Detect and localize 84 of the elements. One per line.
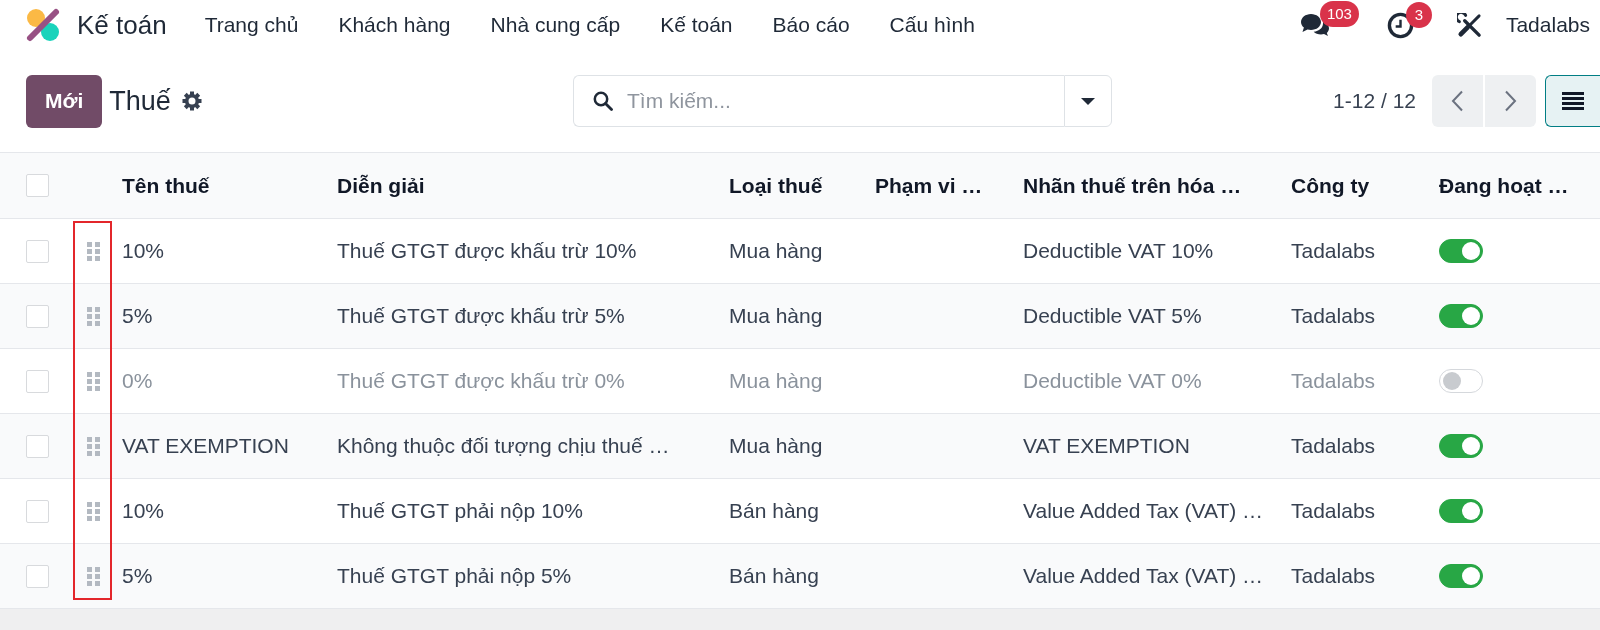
table-cell-text: Thuế GTGT phải nộp 5%	[336, 563, 573, 589]
company-switcher[interactable]: Tadalabs	[1505, 13, 1590, 37]
caret-icon	[1081, 97, 1095, 105]
unread-count-badge: 103	[1319, 1, 1359, 27]
table-cell-text: Mua hàng	[728, 368, 824, 394]
table-cell-text: Mua hàng	[728, 433, 824, 459]
column-header[interactable]: Loại thuế	[725, 153, 871, 218]
table-cell-text: 10%	[121, 238, 166, 264]
table-cell-text: 5%	[121, 303, 154, 329]
table-cell-text: Tadalabs	[1290, 563, 1377, 589]
table-cell-text: Thuế GTGT phải nộp 10%	[336, 498, 584, 524]
list-view-button[interactable]	[1545, 75, 1600, 127]
table-cell-text: Thuế GTGT được khấu trừ 10%	[336, 238, 638, 264]
table-cell-text: Không thuộc đối tượng chịu thuế …	[336, 433, 671, 459]
next-page-button[interactable]	[1485, 75, 1536, 127]
activity-count-badge: 3	[1405, 1, 1432, 28]
pager-value[interactable]: 1-12 / 12	[1333, 89, 1416, 113]
table-cell-text: Thuế GTGT được khấu trừ 0%	[336, 368, 626, 394]
chevron-left-icon	[1451, 90, 1464, 112]
table-cell-text: Mua hàng	[728, 303, 824, 329]
clock-icon[interactable]	[1386, 11, 1414, 39]
table-cell-text: VAT EXEMPTION	[121, 433, 290, 459]
chat-icon[interactable]	[1299, 13, 1330, 37]
table-cell-text: Tadalabs	[1290, 498, 1377, 524]
table-cell-text: Deductible VAT 10%	[1022, 238, 1215, 264]
page-title: Thuế	[109, 85, 171, 117]
drag-handle-icon[interactable]	[87, 241, 100, 261]
drag-handle-icon[interactable]	[87, 306, 100, 326]
table-cell-text: Bán hàng	[728, 563, 820, 589]
table-cell-text: Tadalabs	[1290, 238, 1377, 264]
previous-page-button[interactable]	[1432, 75, 1483, 127]
active-toggle[interactable]	[1439, 239, 1483, 263]
column-header[interactable]: Công ty	[1287, 153, 1435, 218]
table-cell-text: Mua hàng	[728, 238, 824, 264]
drag-handle-icon[interactable]	[87, 436, 100, 456]
menu-item[interactable]: Cấu hình	[889, 13, 975, 37]
app-logo[interactable]	[25, 7, 61, 43]
row-checkbox[interactable]	[26, 304, 49, 328]
table-cell-text: Value Added Tax (VAT) …	[1022, 498, 1265, 524]
select-all-checkbox[interactable]	[26, 174, 49, 197]
active-toggle[interactable]	[1439, 564, 1483, 588]
column-header[interactable]: Diễn giải	[333, 153, 725, 218]
table-cell-text: VAT EXEMPTION	[1022, 433, 1191, 459]
table-cell-text: Deductible VAT 0%	[1022, 368, 1203, 394]
active-toggle[interactable]	[1439, 499, 1483, 523]
table-cell-text: Bán hàng	[728, 498, 820, 524]
table-cell-text: Tadalabs	[1290, 368, 1377, 394]
menu-item[interactable]: Trang chủ	[204, 13, 299, 37]
table-cell-text: 0%	[121, 368, 154, 394]
column-header[interactable]: Nhãn thuế trên hóa …	[1019, 153, 1287, 218]
table-row[interactable]: 5% Thuế GTGT phải nộp 5% Bán hàng Value Added Tax (VAT) … Tadalabs	[0, 544, 1600, 609]
search-field[interactable]: Tìm kiếm...	[573, 75, 1064, 127]
row-checkbox[interactable]	[26, 239, 49, 263]
table-cell-text: 10%	[121, 498, 166, 524]
row-checkbox[interactable]	[26, 434, 49, 458]
tools-icon[interactable]	[1456, 12, 1482, 38]
table-cell-text: Tadalabs	[1290, 303, 1377, 329]
table-cell-text: Value Added Tax (VAT) …	[1022, 563, 1265, 589]
app-name[interactable]: Kế toán	[77, 9, 167, 41]
search-icon	[593, 91, 613, 111]
menu-item[interactable]: Khách hàng	[338, 13, 451, 37]
table-cell-text: 5%	[121, 563, 154, 589]
menu-item[interactable]: Nhà cung cấp	[490, 13, 621, 37]
column-header[interactable]: Phạm vi …	[871, 153, 1019, 218]
chevron-right-icon	[1504, 90, 1517, 112]
active-toggle[interactable]	[1439, 434, 1483, 458]
active-toggle[interactable]	[1439, 304, 1483, 328]
column-header[interactable]: Tên thuế	[118, 153, 333, 218]
drag-handle-icon[interactable]	[87, 501, 100, 521]
table-row[interactable]: VAT EXEMPTION Không thuộc đối tượng chịu thuế … Mua hàng VAT EXEMPTION Tadalabs	[0, 414, 1600, 479]
list-icon	[1562, 92, 1584, 110]
menu-item[interactable]: Báo cáo	[772, 13, 850, 37]
settings-icon[interactable]	[181, 91, 202, 111]
row-checkbox[interactable]	[26, 499, 49, 523]
filter-toggle-button[interactable]	[1064, 75, 1112, 127]
row-checkbox[interactable]	[26, 564, 49, 588]
table-cell-text: Thuế GTGT được khấu trừ 5%	[336, 303, 626, 329]
table-cell-text: Deductible VAT 5%	[1022, 303, 1203, 329]
menu-item[interactable]: Kế toán	[660, 13, 733, 37]
new-button[interactable]: Mới	[26, 74, 103, 128]
table-cell-text: Tadalabs	[1290, 433, 1377, 459]
table-row[interactable]: 5% Thuế GTGT được khấu trừ 5% Mua hàng Deductible VAT 5% Tadalabs	[0, 284, 1600, 349]
drag-handle-icon[interactable]	[87, 566, 100, 586]
column-header[interactable]: Đang hoạt …	[1435, 153, 1600, 218]
